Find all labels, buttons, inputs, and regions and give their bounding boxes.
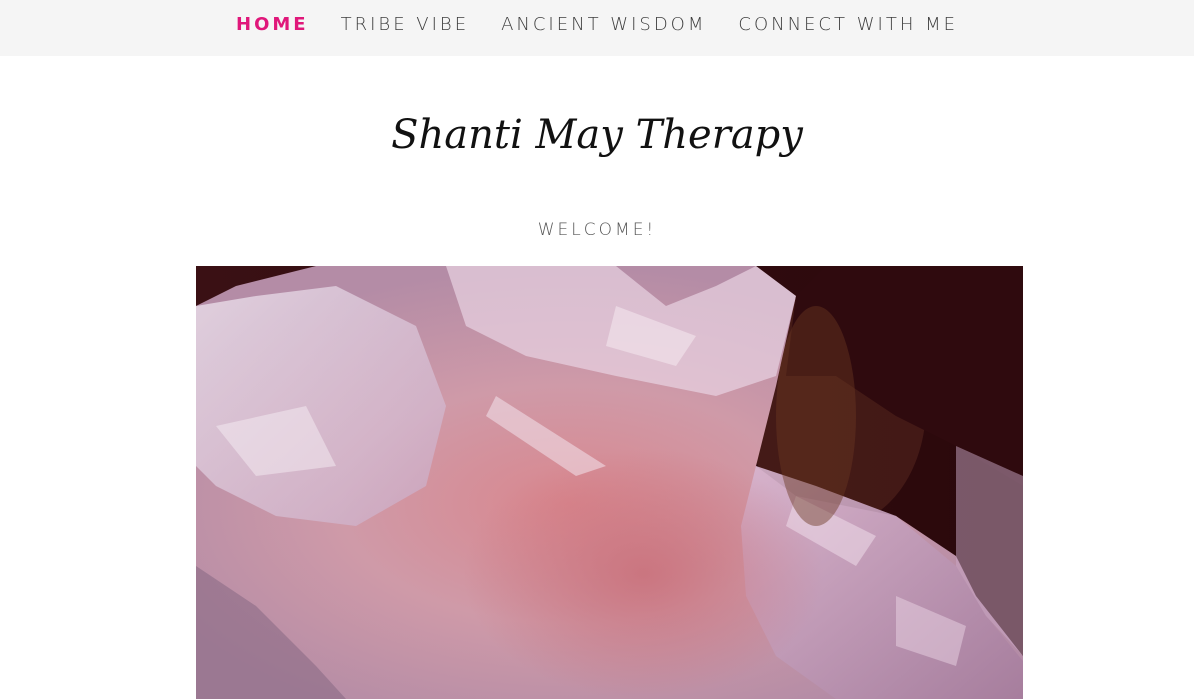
hero-image-rose-quartz	[196, 266, 1023, 699]
nav-item-tribe-vibe[interactable]: TRIBE VIBE	[325, 14, 485, 35]
nav-item-home[interactable]: HOME	[220, 14, 325, 35]
top-navigation-bar: HOME TRIBE VIBE ANCIENT WISDOM CONNECT W…	[0, 0, 1194, 56]
nav-item-ancient-wisdom[interactable]: ANCIENT WISDOM	[485, 14, 722, 35]
nav-item-connect-with-me[interactable]: CONNECT WITH ME	[722, 14, 974, 35]
main-menu: HOME TRIBE VIBE ANCIENT WISDOM CONNECT W…	[0, 0, 1194, 48]
welcome-heading: WELCOME!	[537, 220, 657, 240]
site-logo-title[interactable]: Shanti May Therapy	[0, 112, 1194, 158]
